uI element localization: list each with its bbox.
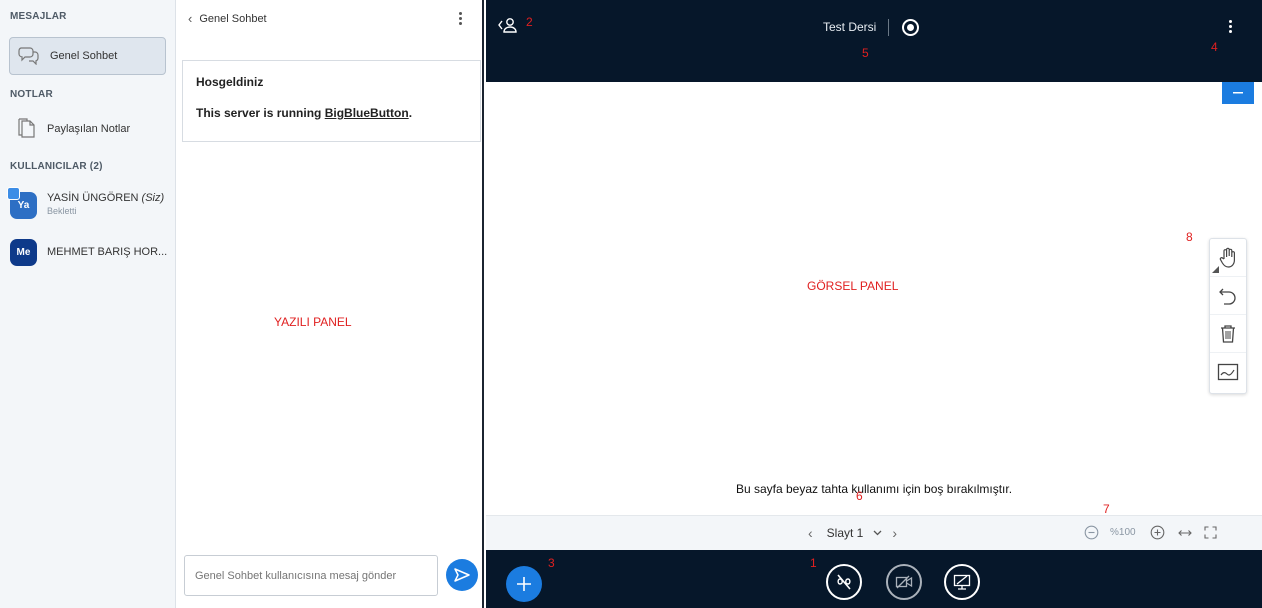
title-separator	[888, 19, 889, 36]
welcome-message: Hosgeldiniz This server is running BigBl…	[182, 60, 481, 142]
recording-indicator-icon[interactable]	[902, 19, 919, 36]
user-name: MEHMET BARIŞ HOR...	[47, 245, 168, 258]
chat-panel: ‹ Genel Sohbet Hosgeldiniz This server i…	[176, 0, 484, 608]
whiteboard-canvas[interactable]: GÖRSEL PANEL Bu sayfa beyaz tahta kullan…	[486, 82, 1262, 515]
annotation-number: 3	[548, 556, 555, 570]
presentation-controls: 6 ‹ Slayt 1 › 7 %100	[486, 489, 1262, 550]
chevron-left-icon: ‹	[188, 11, 193, 26]
tool-undo-button[interactable]	[1210, 277, 1246, 315]
actions-button[interactable]	[506, 566, 542, 602]
sidebar-item-label: Paylaşılan Notlar	[47, 123, 131, 135]
undo-icon	[1219, 288, 1236, 305]
zoom-out-icon[interactable]	[1084, 525, 1099, 540]
join-audio-button[interactable]	[826, 564, 862, 600]
navigation-bar: 2 Test Dersi 5 4	[486, 0, 1262, 82]
text-panel-label: YAZILI PANEL	[274, 315, 352, 329]
presenter-badge-icon	[7, 186, 20, 200]
annotation-number: 7	[1103, 502, 1110, 516]
share-camera-button[interactable]	[886, 564, 922, 600]
submenu-corner-icon	[1212, 266, 1219, 273]
avatar: Ya	[7, 186, 37, 219]
send-button[interactable]	[446, 559, 478, 591]
previous-slide-button[interactable]: ‹	[808, 525, 813, 541]
plus-icon	[517, 577, 531, 591]
chat-title: Genel Sohbet	[199, 12, 267, 25]
trash-icon	[1221, 324, 1235, 343]
welcome-title: Hosgeldiniz	[196, 75, 264, 89]
whiteboard-icon	[1217, 363, 1239, 381]
visual-panel-label: GÖRSEL PANEL	[807, 279, 899, 293]
annotation-number: 4	[1211, 40, 1218, 54]
user-status: Bekletti	[47, 206, 77, 216]
user-sidebar: MESAJLAR Genel Sohbet NOTLAR Paylaşılan …	[0, 0, 176, 608]
user-list-item[interactable]: Me MEHMET BARIŞ HOR...	[10, 232, 172, 272]
chevron-down-icon[interactable]	[873, 530, 882, 536]
more-vertical-icon[interactable]	[1229, 20, 1233, 35]
sidebar-item-shared-notes[interactable]: Paylaşılan Notlar	[9, 110, 166, 148]
screen-share-button[interactable]	[944, 564, 980, 600]
slide-text: Bu sayfa beyaz tahta kullanımı için boş …	[735, 482, 1013, 496]
meeting-title: Test Dersi	[823, 20, 877, 34]
notes-section-title: NOTLAR	[10, 89, 53, 100]
minimize-presentation-button[interactable]	[1222, 82, 1254, 104]
notes-icon	[17, 117, 37, 142]
annotation-number: 5	[862, 46, 869, 60]
fit-width-icon[interactable]	[1177, 528, 1192, 538]
camera-off-icon	[895, 575, 913, 589]
sidebar-item-label: Genel Sohbet	[50, 50, 118, 62]
whiteboard-toolbar	[1209, 238, 1247, 394]
user-list-toggle-button[interactable]	[498, 17, 518, 33]
sidebar-item-public-chat[interactable]: Genel Sohbet	[9, 37, 166, 75]
tool-clear-button[interactable]	[1210, 315, 1246, 353]
avatar: Me	[10, 238, 37, 266]
zoom-level: %100	[1110, 527, 1136, 538]
welcome-text: This server is running BigBlueButton.	[196, 106, 413, 120]
send-icon	[454, 568, 470, 582]
annotation-number: 6	[856, 489, 863, 503]
annotation-number: 2	[526, 15, 533, 29]
chat-message-input[interactable]	[184, 555, 438, 596]
user-name: YASİN ÜNGÖREN (Siz)	[47, 192, 165, 204]
messages-section-title: MESAJLAR	[10, 11, 67, 22]
slide-select[interactable]: Slayt 1	[827, 526, 864, 540]
next-slide-button[interactable]: ›	[892, 525, 897, 541]
hand-icon	[1219, 247, 1235, 268]
chat-bubbles-icon	[18, 45, 40, 68]
annotation-number: 1	[810, 556, 817, 570]
fullscreen-icon[interactable]	[1204, 526, 1217, 539]
tool-hand-button[interactable]	[1210, 239, 1246, 277]
users-section-title: KULLANICILAR (2)	[10, 161, 103, 172]
annotation-number: 8	[1186, 230, 1193, 244]
chat-back-button[interactable]: ‹ Genel Sohbet	[188, 11, 267, 26]
user-list-toggle-icon	[498, 18, 517, 33]
zoom-in-icon[interactable]	[1150, 525, 1165, 540]
actions-bar: 3 1	[486, 550, 1262, 608]
bigbluebutton-link[interactable]: BigBlueButton	[325, 106, 409, 120]
tool-multi-user-button[interactable]	[1210, 353, 1246, 391]
microphone-muted-icon	[837, 574, 851, 590]
minus-icon	[1233, 92, 1243, 94]
user-list-item[interactable]: Ya YASİN ÜNGÖREN (Siz) Bekletti	[7, 185, 172, 225]
more-vertical-icon[interactable]	[459, 12, 463, 27]
screen-share-icon	[953, 574, 971, 590]
